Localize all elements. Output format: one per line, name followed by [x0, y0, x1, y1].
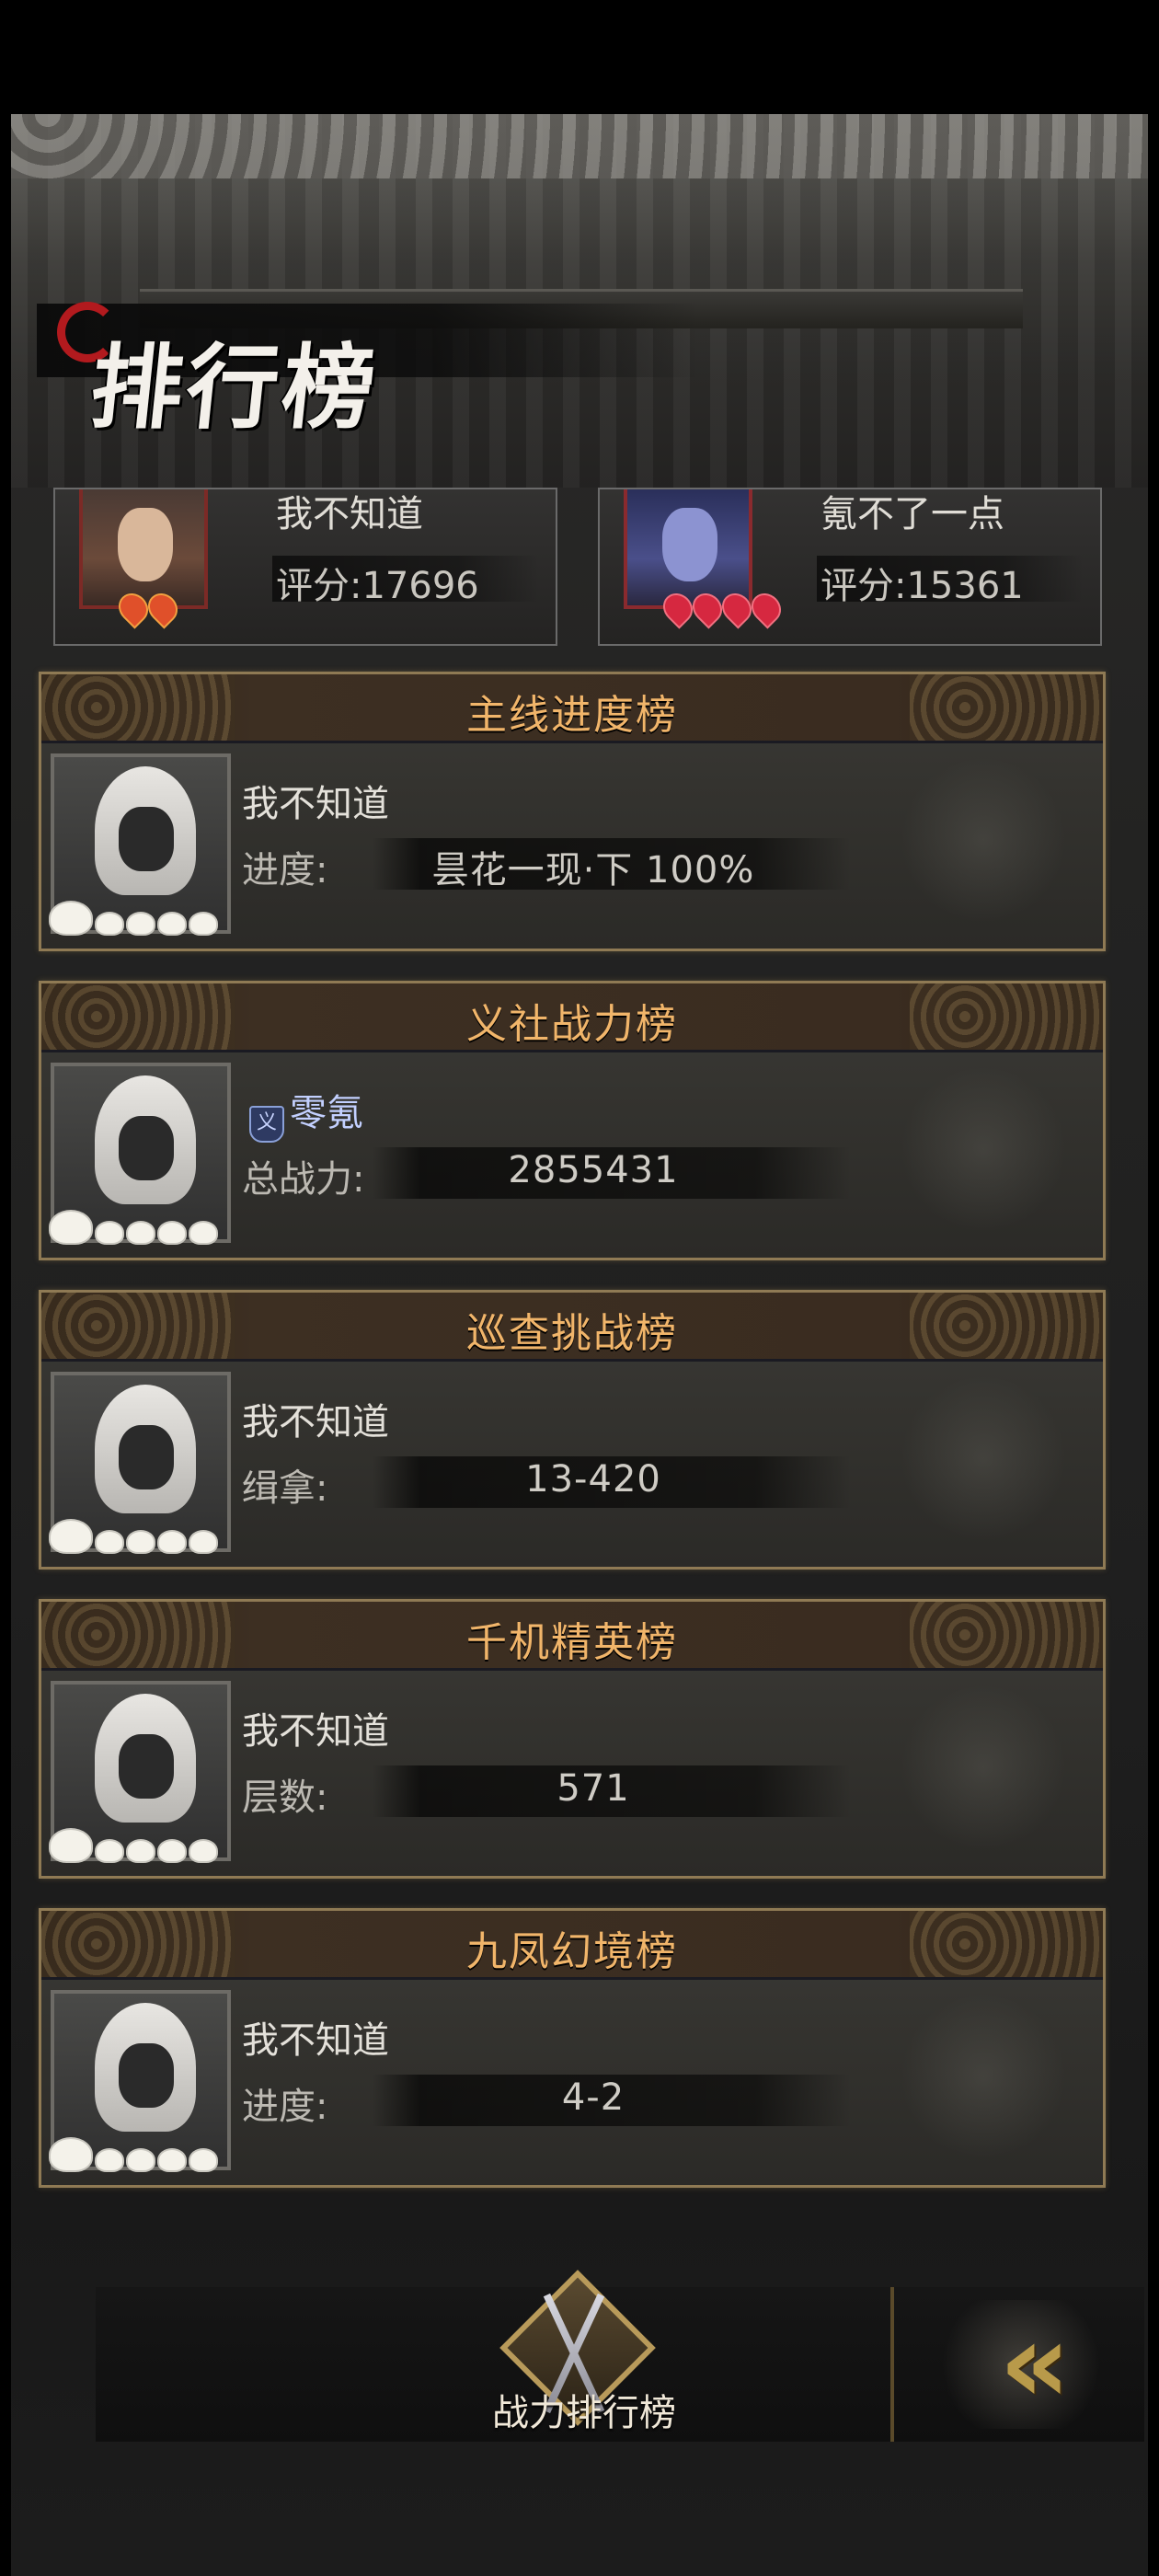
- top-rank-card-1[interactable]: 我不知道 评分:17696: [53, 488, 557, 646]
- beast-decoration: [901, 1375, 1066, 1541]
- feather-decoration: [901, 1994, 1066, 2159]
- board-phoenix-illusion[interactable]: 九凤幻境榜 我不知道 进度: 4-2: [39, 1908, 1106, 2188]
- stat-value: 4-2: [561, 2076, 625, 2119]
- stat-label: 进度:: [242, 849, 328, 891]
- avatar: [49, 1063, 231, 1245]
- pavilion-decoration: [901, 1066, 1066, 1232]
- avatar: [49, 1681, 231, 1863]
- player-name: 我不知道: [242, 783, 389, 825]
- avatar-face: [662, 508, 717, 581]
- face-icon: [119, 1734, 174, 1799]
- stat-value: 2855431: [508, 1149, 679, 1191]
- flame-icon: [142, 587, 184, 629]
- flame-icon: [745, 587, 787, 629]
- player-score: 评分:17696: [276, 565, 479, 607]
- avatar: [624, 489, 787, 629]
- avatar-face: [118, 508, 173, 581]
- board-header: 九凤幻境榜: [41, 1911, 1103, 1980]
- board-patrol-challenge[interactable]: 巡查挑战榜 我不知道 缉拿: 13-420: [39, 1290, 1106, 1570]
- flame-rank-icons: [657, 587, 787, 629]
- top-rank-card-2[interactable]: 氪不了一点 评分:15361: [598, 488, 1102, 646]
- tower-decoration: [901, 1685, 1066, 1850]
- ducks-icon: [49, 901, 218, 936]
- stat-value: 13-420: [525, 1458, 661, 1501]
- player-name: 我不知道: [242, 1710, 389, 1753]
- board-title: 义社战力榜: [466, 1001, 678, 1048]
- stat-value: 571: [557, 1767, 630, 1810]
- board-title: 巡查挑战榜: [466, 1310, 678, 1357]
- nav-divider: [890, 2287, 894, 2442]
- player-name: 我不知道: [242, 2019, 389, 2062]
- player-name: 氪不了一点: [820, 493, 1004, 535]
- roof-eave: [11, 114, 1148, 178]
- board-title: 九凤幻境榜: [466, 1928, 678, 1975]
- face-icon: [119, 807, 174, 871]
- face-icon: [119, 1425, 174, 1489]
- stat-value: 昙花一现·下 100%: [431, 849, 755, 891]
- player-name: 我不知道: [242, 1401, 389, 1443]
- stat-label: 层数:: [242, 1777, 328, 1819]
- ducks-icon: [49, 2137, 218, 2172]
- ducks-icon: [49, 1210, 218, 1245]
- board-header: 义社战力榜: [41, 983, 1103, 1052]
- double-chevron-left-icon[interactable]: «: [929, 2300, 1113, 2429]
- board-header: 巡查挑战榜: [41, 1293, 1103, 1362]
- board-guild-power[interactable]: 义社战力榜 义零氪 总战力: 2855431: [39, 981, 1106, 1260]
- avatar: [49, 753, 231, 936]
- lantern-decoration: [901, 757, 1066, 923]
- avatar: [49, 1372, 231, 1554]
- guild-player-name: 义零氪: [249, 1083, 363, 1143]
- stat-label: 进度:: [242, 2086, 328, 2128]
- stat-label: 缉拿:: [242, 1467, 328, 1510]
- ducks-icon: [49, 1519, 218, 1554]
- avatar: [49, 1990, 231, 2172]
- stat-label: 总战力:: [242, 1158, 365, 1201]
- guild-badge-icon: 义: [249, 1106, 284, 1143]
- player-score: 评分:15361: [820, 565, 1024, 607]
- flame-rank-icons: [112, 587, 184, 629]
- face-icon: [119, 2043, 174, 2108]
- board-main-progress[interactable]: 主线进度榜 我不知道 进度: 昙花一现·下 100%: [39, 672, 1106, 951]
- player-name: 零氪: [290, 1092, 363, 1134]
- ducks-icon: [49, 1828, 218, 1863]
- face-icon: [119, 1116, 174, 1180]
- page-title: 排行榜: [85, 333, 384, 442]
- avatar: [79, 489, 208, 629]
- board-title: 主线进度榜: [466, 692, 678, 739]
- player-name: 我不知道: [276, 493, 423, 535]
- power-rank-button[interactable]: 战力排行榜: [460, 2383, 708, 2436]
- board-header: 主线进度榜: [41, 674, 1103, 743]
- board-elite-tower[interactable]: 千机精英榜 我不知道 层数: 571: [39, 1599, 1106, 1879]
- board-title: 千机精英榜: [466, 1619, 678, 1666]
- board-header: 千机精英榜: [41, 1602, 1103, 1671]
